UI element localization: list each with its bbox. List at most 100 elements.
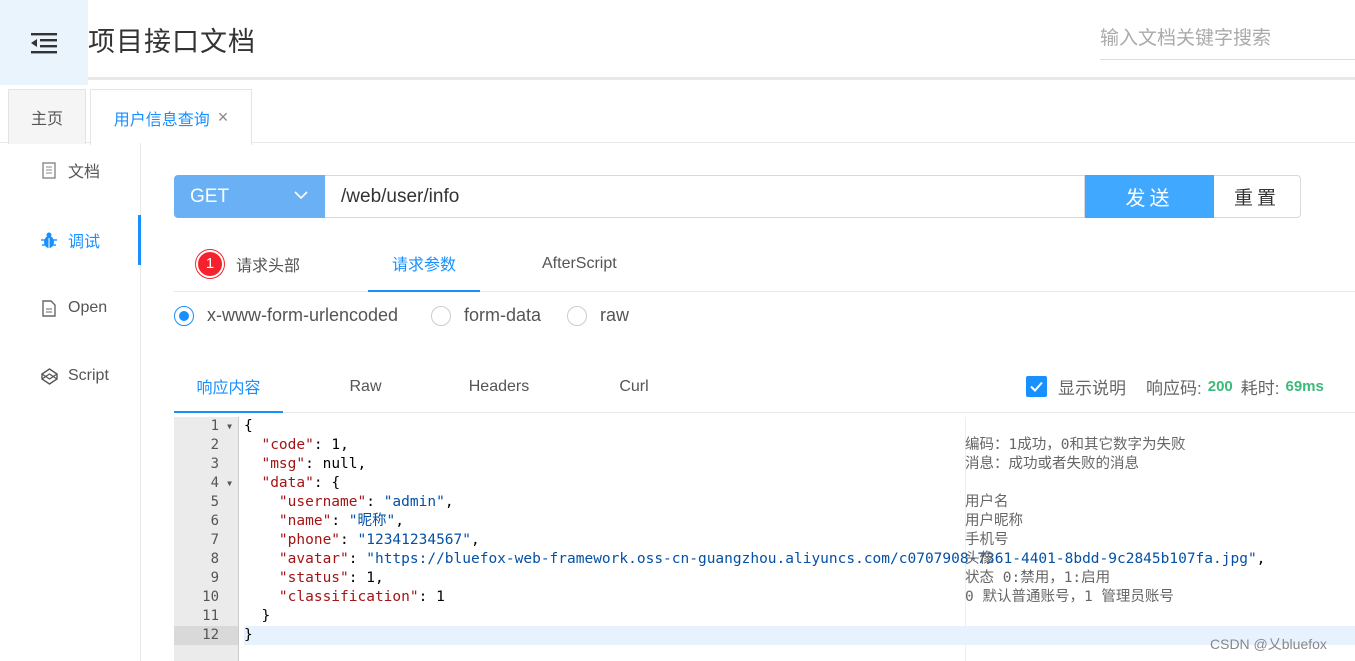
- tab-request-headers-label: 请求头部: [236, 257, 301, 275]
- headers-count-badge: 1: [196, 249, 224, 278]
- url-input[interactable]: /web/user/info: [325, 175, 1085, 218]
- line-number: 7: [210, 532, 219, 548]
- page-tabs-bar: 主页 用户信息查询 ×: [0, 83, 1355, 145]
- field-description: 用户名: [965, 494, 1009, 510]
- show-desc-label: 显示说明: [1058, 379, 1126, 398]
- field-description: 编码：1成功，0和其它数字为失败: [965, 437, 1186, 453]
- method-select[interactable]: GET: [174, 175, 325, 218]
- request-row: GET /web/user/info 发送 重置: [174, 175, 1301, 218]
- codepen-icon: [40, 367, 58, 385]
- field-description: 0 默认普通账号，1 管理员账号: [965, 589, 1174, 605]
- menu-fold-icon: [31, 32, 57, 53]
- close-icon[interactable]: ×: [218, 107, 229, 128]
- check-icon: [1030, 381, 1043, 392]
- radio-form-data[interactable]: form-data: [431, 305, 541, 326]
- code-line: "name": "昵称",: [278, 513, 404, 529]
- document-icon: [40, 161, 58, 179]
- radio-dot: [567, 305, 587, 326]
- response-tabs: 响应内容 Raw Headers Curl 显示说明 响应码: 200 耗时: …: [174, 360, 1355, 413]
- search-input[interactable]: [1100, 18, 1355, 59]
- code-line: "status": 1,: [278, 570, 384, 586]
- app-title: 项目接口文档: [88, 27, 256, 57]
- line-number: 3: [210, 456, 219, 472]
- line-number: 11: [202, 608, 219, 624]
- sidebar-item-label: Open: [68, 299, 108, 316]
- tab-headers[interactable]: Headers: [458, 360, 540, 413]
- sidebar-item-docs[interactable]: 文档: [0, 145, 141, 195]
- line-number: 8: [210, 551, 219, 567]
- code-line: }: [244, 608, 271, 624]
- line-number: 6: [210, 513, 219, 529]
- field-description: 头像: [965, 551, 994, 567]
- tab-request-headers[interactable]: 1 请求头部: [196, 235, 300, 292]
- bug-icon: [40, 231, 58, 249]
- menu-toggle-button[interactable]: [0, 0, 88, 85]
- tab-label: 响应内容: [196, 379, 261, 397]
- radio-raw[interactable]: raw: [567, 305, 629, 326]
- watermark: CSDN @乂bluefox: [1210, 636, 1327, 652]
- method-value: GET: [190, 185, 230, 207]
- response-editor[interactable]: 1 ▼ 2 3 4 ▼ 5 6 7 8 9 10 11 12 { "code": 1…: [174, 417, 1355, 661]
- line-gutter: 1 ▼ 2 3 4 ▼ 5 6 7 8 9 10 11 12: [174, 417, 239, 661]
- sidebar-item-script[interactable]: Script: [0, 351, 141, 401]
- code-line: "code": 1,: [261, 437, 349, 453]
- reset-button[interactable]: 重置: [1214, 175, 1301, 218]
- line-number: 12: [174, 626, 238, 645]
- line-number: 10: [202, 589, 219, 605]
- status-code-label: 响应码:: [1146, 379, 1202, 398]
- chevron-down-icon: [294, 191, 308, 200]
- response-meta: 显示说明 响应码: 200 耗时: 69ms: [1026, 360, 1324, 413]
- file-icon: [40, 299, 58, 317]
- param-tabs: 1 请求头部 请求参数 AfterScript: [174, 235, 1355, 292]
- tab-user-info[interactable]: 用户信息查询 ×: [90, 89, 252, 145]
- status-code-value: 200: [1207, 378, 1233, 395]
- line-number: 5: [210, 494, 219, 510]
- radio-dot: [174, 305, 194, 326]
- elapsed-time-label: 耗时:: [1240, 379, 1280, 398]
- field-description: 手机号: [965, 532, 1009, 548]
- code-line: "data": {: [261, 475, 341, 491]
- code-line: {: [244, 418, 253, 434]
- code-area: { "code": 1, "msg": null, "data": { "use…: [244, 417, 1355, 645]
- tab-label: Raw: [349, 377, 382, 395]
- radio-label: raw: [600, 305, 630, 325]
- line-number: 1 ▼: [210, 418, 232, 434]
- fold-arrow-icon: ▼: [227, 422, 232, 431]
- tab-user-info-label: 用户信息查询: [113, 111, 210, 129]
- sidebar-item-debug[interactable]: 调试: [0, 215, 141, 265]
- line-number: 2: [210, 437, 219, 453]
- field-description: 状态 0:禁用，1:启用: [965, 570, 1111, 586]
- tab-request-params-label: 请求参数: [391, 256, 456, 274]
- sidebar-item-label: Script: [68, 367, 109, 384]
- sidebar-item-open[interactable]: Open: [0, 283, 141, 333]
- radio-urlencoded[interactable]: x-www-form-urlencoded: [174, 305, 398, 326]
- tab-request-params[interactable]: 请求参数: [368, 235, 480, 292]
- tab-raw[interactable]: Raw: [328, 360, 403, 413]
- code-line: "avatar": "https://bluefox-web-framework…: [278, 551, 1266, 567]
- search-box[interactable]: [1100, 18, 1355, 60]
- field-description: 用户昵称: [965, 513, 1023, 529]
- code-line: "msg": null,: [261, 456, 367, 472]
- url-value: /web/user/info: [341, 185, 460, 207]
- tab-curl[interactable]: Curl: [602, 360, 666, 413]
- sidebar: 文档 调试 Open Script: [0, 143, 141, 661]
- code-line: "phone": "12341234567",: [278, 532, 480, 548]
- tab-home-label: 主页: [30, 111, 63, 128]
- elapsed-time-value: 69ms: [1285, 378, 1324, 395]
- line-number: 9: [210, 570, 219, 586]
- top-header: 项目接口文档: [0, 0, 1355, 85]
- sidebar-item-label: 文档: [68, 164, 101, 181]
- radio-label: form-data: [464, 305, 542, 325]
- code-line: "username": "admin",: [278, 494, 454, 510]
- tab-response-content[interactable]: 响应内容: [174, 360, 283, 413]
- field-description: 消息：成功或者失败的消息: [965, 456, 1139, 472]
- send-button[interactable]: 发送: [1085, 175, 1214, 218]
- show-desc-checkbox[interactable]: [1026, 376, 1047, 397]
- tab-after-script[interactable]: AfterScript: [542, 235, 617, 292]
- radio-dot: [431, 305, 451, 326]
- line-number: 4 ▼: [210, 475, 232, 491]
- tab-home[interactable]: 主页: [8, 89, 86, 144]
- tab-label: Curl: [619, 377, 649, 395]
- sidebar-item-label: 调试: [68, 234, 101, 251]
- tab-label: Headers: [468, 377, 530, 395]
